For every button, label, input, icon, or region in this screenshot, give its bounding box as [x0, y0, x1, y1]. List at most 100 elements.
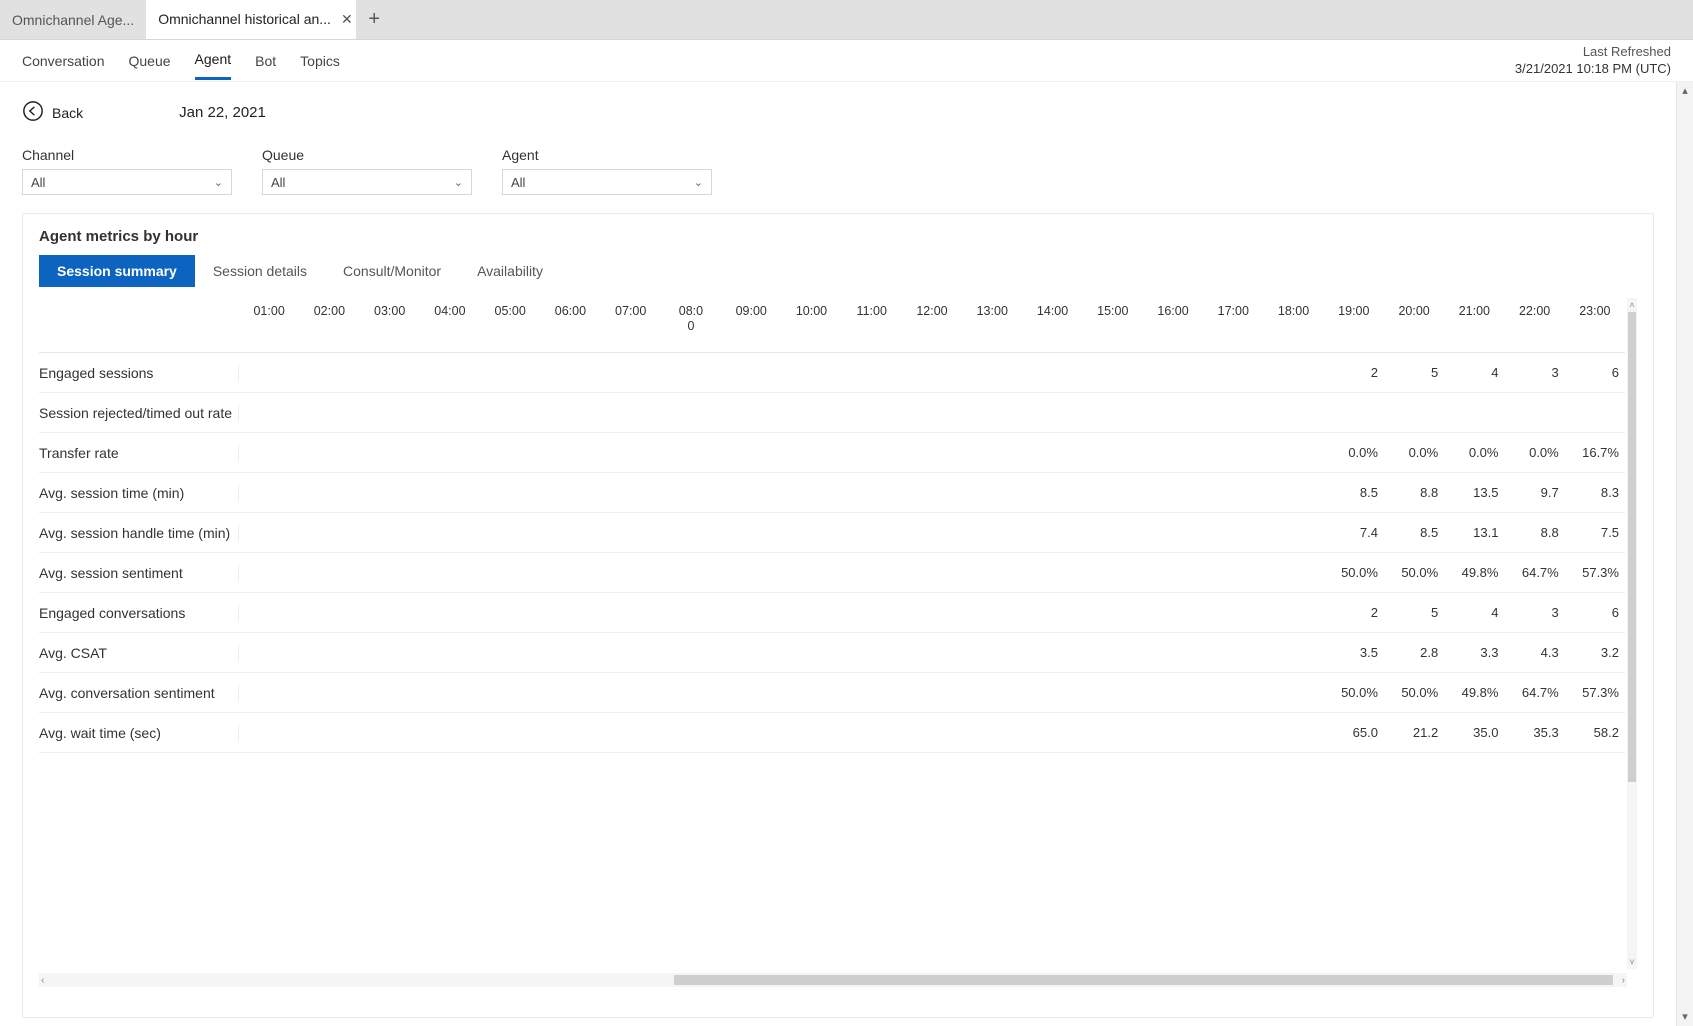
table-cell [781, 525, 841, 540]
table-row: Engaged sessions25436 [39, 353, 1625, 393]
table-cell [239, 485, 299, 500]
table-cell [661, 445, 721, 460]
card-title: Agent metrics by hour [39, 228, 1637, 245]
table-cell [1143, 645, 1203, 660]
close-icon[interactable]: ✕ [341, 11, 353, 28]
table-cell [360, 685, 420, 700]
table-row: Avg. CSAT3.52.83.34.33.2 [39, 633, 1625, 673]
filter-bar: Channel All ⌄ Queue All ⌄ Agent [22, 147, 1654, 195]
table-cell [962, 445, 1022, 460]
table-cell: 3 [1504, 605, 1564, 620]
table-cell [299, 605, 359, 620]
hour-header: 19:00 [1324, 304, 1384, 334]
segment-availability[interactable]: Availability [459, 255, 561, 287]
grid-horizontal-scrollbar[interactable]: ‹ › [39, 973, 1627, 987]
table-cell [962, 365, 1022, 380]
table-cell [962, 605, 1022, 620]
filter-agent: Agent All ⌄ [502, 147, 712, 195]
table-cell [962, 565, 1022, 580]
table-cell: 6 [1565, 605, 1625, 620]
page-vertical-scrollbar[interactable]: ▴ ▾ [1676, 82, 1693, 1026]
table-cell [540, 645, 600, 660]
table-cell [1143, 485, 1203, 500]
table-cell [1203, 685, 1263, 700]
table-cell [601, 565, 661, 580]
table-cell [540, 525, 600, 540]
table-cell [1143, 605, 1203, 620]
table-cell [420, 605, 480, 620]
scroll-right-icon[interactable]: › [1622, 975, 1625, 986]
table-cell [1143, 565, 1203, 580]
table-cell [902, 645, 962, 660]
agent-dropdown[interactable]: All ⌄ [502, 169, 712, 195]
row-cells: 50.0%50.0%49.8%64.7%57.3% [239, 685, 1625, 700]
segment-consult-monitor[interactable]: Consult/Monitor [325, 255, 459, 287]
scroll-thumb[interactable] [1628, 312, 1636, 782]
hour-header: 04:00 [420, 304, 480, 334]
table-cell [239, 445, 299, 460]
dropdown-value: All [511, 175, 525, 190]
nav-queue[interactable]: Queue [129, 43, 171, 79]
report-nav: Conversation Queue Agent Bot Topics Last… [0, 40, 1693, 82]
segment-session-details[interactable]: Session details [195, 255, 325, 287]
table-cell [360, 605, 420, 620]
table-cell [540, 605, 600, 620]
scroll-down-icon[interactable]: ˅ [1627, 957, 1637, 967]
table-row: Engaged conversations25436 [39, 593, 1625, 633]
back-label: Back [52, 105, 83, 121]
scroll-down-icon[interactable]: ▾ [1677, 1010, 1693, 1024]
nav-topics[interactable]: Topics [300, 43, 340, 79]
channel-dropdown[interactable]: All ⌄ [22, 169, 232, 195]
row-label: Engaged sessions [39, 365, 239, 381]
filter-queue: Queue All ⌄ [262, 147, 472, 195]
table-cell [902, 685, 962, 700]
table-cell [1022, 645, 1082, 660]
table-cell [721, 725, 781, 740]
table-row: Session rejected/timed out rate [39, 393, 1625, 433]
scroll-left-icon[interactable]: ‹ [41, 975, 44, 986]
table-cell [721, 365, 781, 380]
queue-dropdown[interactable]: All ⌄ [262, 169, 472, 195]
table-cell [1022, 365, 1082, 380]
segment-session-summary[interactable]: Session summary [39, 255, 195, 287]
selected-date: Jan 22, 2021 [179, 104, 266, 121]
scroll-thumb[interactable] [674, 975, 1613, 985]
table-cell [1022, 445, 1082, 460]
table-cell [721, 445, 781, 460]
hour-header: 09:00 [721, 304, 781, 334]
new-tab-button[interactable]: + [356, 0, 392, 39]
table-cell [842, 565, 902, 580]
browser-tab[interactable]: Omnichannel Age... [0, 0, 146, 39]
table-cell [540, 565, 600, 580]
table-cell [842, 445, 902, 460]
table-cell [842, 605, 902, 620]
hour-header: 08:00 [661, 304, 721, 334]
scroll-up-icon[interactable]: ▴ [1677, 84, 1693, 98]
table-cell: 49.8% [1444, 565, 1504, 580]
last-refreshed: Last Refreshed 3/21/2021 10:18 PM (UTC) [1515, 44, 1671, 76]
scroll-up-icon[interactable]: ˄ [1627, 300, 1637, 310]
row-label: Avg. session time (min) [39, 485, 239, 501]
table-cell [239, 605, 299, 620]
dropdown-value: All [271, 175, 285, 190]
back-button[interactable]: Back [22, 100, 83, 125]
grid-vertical-scrollbar[interactable]: ˄ ˅ [1627, 298, 1637, 969]
browser-tab[interactable]: Omnichannel historical an... ✕ [146, 0, 356, 39]
row-label: Avg. conversation sentiment [39, 685, 239, 701]
table-cell [420, 485, 480, 500]
row-label: Avg. wait time (sec) [39, 725, 239, 741]
table-cell [661, 645, 721, 660]
table-cell: 64.7% [1504, 565, 1564, 580]
nav-bot[interactable]: Bot [255, 43, 276, 79]
table-cell [902, 365, 962, 380]
table-cell [480, 565, 540, 580]
chevron-down-icon: ⌄ [214, 176, 223, 189]
table-cell: 65.0 [1324, 725, 1384, 740]
table-cell [239, 645, 299, 660]
nav-conversation[interactable]: Conversation [22, 43, 105, 79]
nav-agent[interactable]: Agent [195, 41, 232, 80]
table-cell [781, 685, 841, 700]
segment-bar: Session summary Session details Consult/… [39, 255, 1637, 287]
table-cell [601, 645, 661, 660]
table-cell [1022, 725, 1082, 740]
